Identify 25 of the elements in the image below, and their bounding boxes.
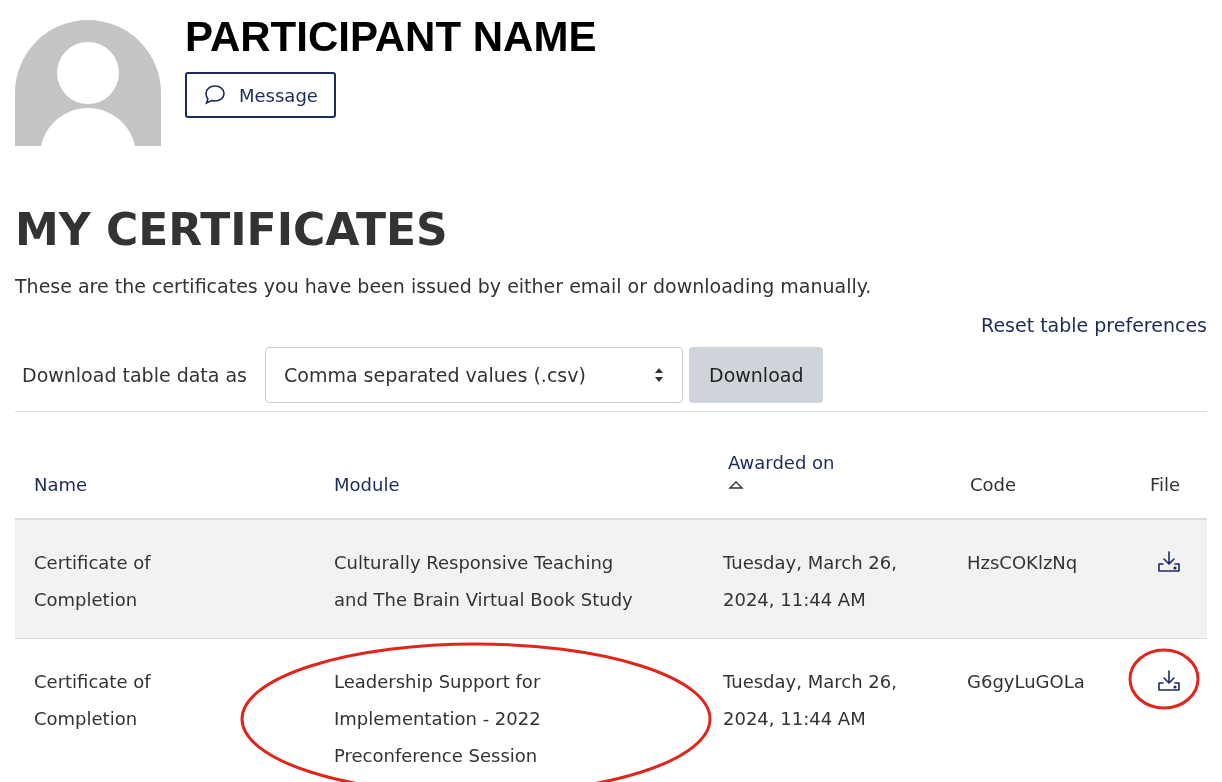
name-cell-text: Certificate of Completion bbox=[34, 551, 152, 612]
download-icon[interactable] bbox=[1156, 669, 1182, 693]
select-arrows-icon bbox=[654, 367, 665, 383]
participant-name: PARTICIPANT NAME bbox=[185, 16, 597, 58]
module-cell-text: Culturally Responsive Teaching and The Brain Virtual Book Study bbox=[334, 551, 634, 612]
column-header: File bbox=[1150, 473, 1181, 497]
module-cell-text: Leadership Support for Implementation - 2022 Preconference Session bbox=[334, 670, 542, 768]
reset-preferences-link[interactable]: Reset table preferences bbox=[981, 310, 1207, 339]
download-icon[interactable] bbox=[1156, 550, 1182, 574]
message-button[interactable]: Message bbox=[185, 72, 336, 118]
awarded-cell-text: Tuesday, March 26, 2024, 11:44 AM bbox=[723, 670, 898, 731]
page-heading: MY CERTIFICATES bbox=[14, 208, 449, 252]
code-cell-text: G6gyLuGOLa bbox=[967, 670, 1086, 694]
name-cell-text: Certificate of Completion bbox=[34, 670, 152, 731]
column-header: Code bbox=[970, 473, 1017, 497]
intro-text: These are the certificates you have been issued by either email or downloading manually. bbox=[14, 274, 873, 299]
code-cell-text: HzsCOKlzNq bbox=[967, 551, 1079, 575]
column-header[interactable]: Module bbox=[334, 471, 400, 498]
format-select[interactable]: Comma separated values (.csv) bbox=[265, 347, 684, 403]
awarded-cell-text: Tuesday, March 26, 2024, 11:44 AM bbox=[723, 551, 898, 612]
download-label: Download table data as bbox=[22, 362, 248, 388]
column-header[interactable]: Name bbox=[34, 471, 88, 498]
column-header[interactable]: Awarded on bbox=[728, 449, 835, 476]
speech-bubble-icon bbox=[203, 84, 227, 106]
download-button[interactable]: Download bbox=[689, 347, 824, 403]
